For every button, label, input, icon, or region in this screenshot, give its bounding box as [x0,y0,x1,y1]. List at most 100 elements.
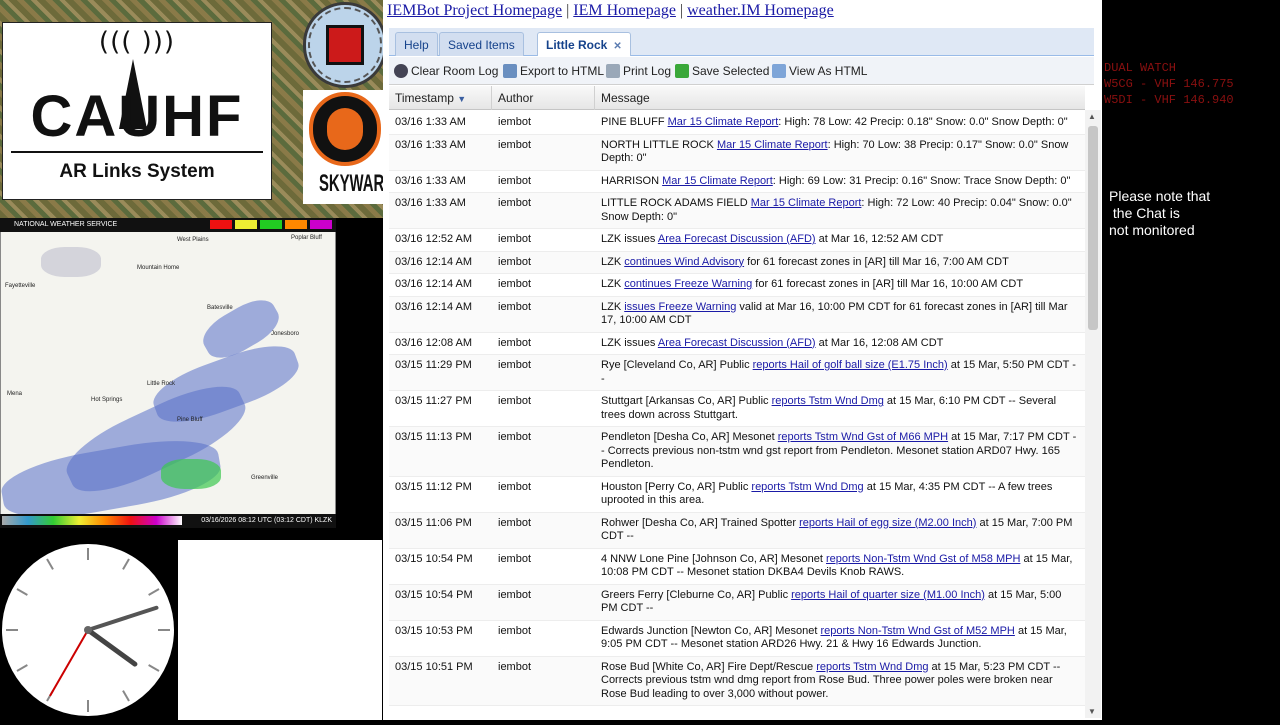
sort-desc-icon: ▼ [457,94,467,104]
message-link[interactable]: Mar 15 Climate Report [717,139,828,151]
table-row[interactable]: 03/15 11:29 PM iembot Rye [Cleveland Co, A… [389,355,1085,391]
radar-map: West Plains Batesville Mountain Home Fay… [0,218,336,528]
close-icon[interactable]: ✕ [613,41,621,52]
row-message: Stuttgart [Arkansas Co, AR] Public repor… [595,395,1085,422]
message-link[interactable]: issues Freeze Warning [624,301,736,313]
message-text: at Mar 16, 12:52 AM CDT [815,233,944,245]
town-label: Fayetteville [5,283,36,289]
message-text: Rose Bud [White Co, AR] Fire Dept/Rescue [601,660,817,673]
message-link[interactable]: reports Tstm Wnd Dmg [772,395,884,407]
message-link[interactable]: Mar 15 Climate Report [662,175,773,187]
row-author: iembot [498,624,532,637]
table-row[interactable]: 03/15 11:27 PM iembot Stuttgart [Arkansas … [389,391,1085,427]
table-row[interactable]: 03/15 11:12 PM iembot Houston [Perry Co, A… [389,477,1085,513]
table-row[interactable]: 03/16 1:33 AM iembot PINE BLUFF Mar 15 Cli… [389,112,1085,135]
message-link[interactable]: reports Tstm Wnd Dmg [751,481,863,493]
row-message: Rye [Cleveland Co, AR] Public reports Ha… [595,359,1085,386]
table-row[interactable]: 03/16 1:33 AM iembot LITTLE ROCK ADAMS FIE… [389,193,1085,229]
row-message: Rohwer [Desha Co, AR] Trained Spotter re… [595,517,1085,544]
legend-flood [260,220,282,229]
tab-little-rock[interactable]: Little Rock ✕ [537,32,631,56]
row-message: Edwards Junction [Newton Co, AR] Mesonet… [595,625,1085,652]
row-author: iembot [498,516,532,529]
message-link[interactable]: reports Non-Tstm Wnd Gst of M58 MPH [826,553,1020,565]
message-text: for 61 forecast zones in [AR] till Mar 1… [744,255,1009,268]
message-link[interactable]: Mar 15 Climate Report [751,197,862,209]
message-link[interactable]: continues Wind Advisory [624,256,744,268]
clear-room-log-button[interactable]: Clear Room Log [394,64,498,78]
weatherim-homepage-link[interactable]: weather.IM Homepage [687,2,834,19]
export-html-button[interactable]: Export to HTML [503,64,604,78]
message-text: NORTH LITTLE ROCK [601,138,717,151]
row-timestamp: 03/16 1:33 AM [395,138,466,151]
town-label: Mena [7,391,23,397]
timestamp-column-header[interactable]: Timestamp ▼ [389,86,492,110]
table-row[interactable]: 03/16 12:14 AM iembot LZK continues Wind A… [389,251,1085,274]
nws-label: NATIONAL WEATHER SERVICE [14,221,118,228]
save-selected-button[interactable]: Save Selected [675,64,769,78]
seal-logo [303,2,387,88]
row-message: LZK issues Area Forecast Discussion (AFD… [595,337,1085,351]
view-as-html-button[interactable]: View As HTML [772,64,867,78]
row-author: iembot [498,431,532,443]
scrollbar-thumb[interactable] [1088,126,1098,330]
message-link[interactable]: Mar 15 Climate Report [668,116,779,128]
row-timestamp: 03/15 10:51 PM [395,660,473,673]
table-row[interactable]: 03/16 12:14 AM iembot LZK continues Freeze… [389,274,1085,297]
message-link[interactable]: reports Tstm Wnd Dmg [816,661,928,673]
grid-scrollbar[interactable]: ▲ ▼ [1085,110,1101,718]
row-timestamp: 03/16 12:14 AM [395,255,473,268]
table-row[interactable]: 03/16 1:33 AM iembot NORTH LITTLE ROCK Mar… [389,134,1085,171]
table-row[interactable]: 03/16 12:08 AM iembot LZK issues Area Fore… [389,333,1085,355]
message-link[interactable]: reports Hail of golf ball size (E1.75 In… [753,359,948,371]
row-timestamp: 03/15 11:27 PM [395,395,472,407]
row-author: iembot [498,300,532,313]
row-timestamp: 03/15 11:06 PM [395,516,472,529]
table-row[interactable]: 03/15 10:51 PM iembot Rose Bud [White Co, … [389,656,1085,706]
cauhf-system-label: AR Links System [59,161,215,182]
row-timestamp: 03/16 12:08 AM [395,336,473,349]
table-row[interactable]: 03/15 11:13 PM iembot Pendleton [Desha Co,… [389,427,1085,477]
message-text: : High: 78 Low: 42 Precip: 0.18" Snow: 0… [778,116,1068,128]
iem-homepage-link[interactable]: IEM Homepage [573,2,676,19]
message-link[interactable]: reports Hail of quarter size (M1.00 Inch… [791,589,985,601]
message-link[interactable]: continues Freeze Warning [624,278,752,290]
row-author: iembot [498,233,532,245]
row-message: LZK issues Freeze Warning valid at Mar 1… [595,301,1085,328]
table-row[interactable]: 03/16 1:33 AM iembot HARRISON Mar 15 Clima… [389,171,1085,193]
tab-saved-items[interactable]: Saved Items [439,32,524,56]
table-row[interactable]: 03/15 10:54 PM iembot Greers Ferry [Clebur… [389,584,1085,621]
town-label: West Plains [177,237,209,243]
row-author: iembot [498,255,532,268]
table-row[interactable]: 03/16 12:14 AM iembot LZK issues Freeze Wa… [389,296,1085,333]
row-message: Rose Bud [White Co, AR] Fire Dept/Rescue… [595,661,1085,702]
row-message: LZK continues Wind Advisory for 61 forec… [595,256,1085,270]
message-column-header[interactable]: Message [595,86,1085,110]
reflectivity-scale [2,516,182,525]
message-link[interactable]: Area Forecast Discussion (AFD) [658,337,816,349]
town-label: Little Rock [147,381,176,387]
row-message: Houston [Perry Co, AR] Public reports Ts… [595,481,1085,508]
town-label: Pine Bluff [177,417,203,423]
scroll-down-icon[interactable]: ▼ [1088,707,1096,716]
message-text: at Mar 16, 12:08 AM CDT [815,336,944,349]
message-link[interactable]: reports Tstm Wnd Gst of M66 MPH [778,431,948,443]
table-row[interactable]: 03/15 10:53 PM iembot Edwards Junction [Ne… [389,621,1085,657]
print-log-button[interactable]: Print Log [606,64,671,78]
table-row[interactable]: 03/16 12:52 AM iembot LZK issues Area Fore… [389,229,1085,252]
town-label: Hot Springs [91,397,123,403]
tab-help[interactable]: Help [395,32,438,56]
row-timestamp: 03/15 10:54 PM [395,552,473,565]
table-row[interactable]: 03/15 10:54 PM iembot 4 NNW Lone Pine [Joh… [389,549,1085,585]
table-row[interactable]: 03/15 11:06 PM iembot Rohwer [Desha Co, AR… [389,512,1085,549]
town-label: Batesville [207,305,233,311]
message-link[interactable]: reports Hail of egg size (M2.00 Inch) [799,517,976,529]
author-column-header[interactable]: Author [492,86,595,110]
grid-header: Timestamp ▼ Author Message [389,86,1085,110]
iembot-homepage-link[interactable]: IEMBot Project Homepage [387,2,562,19]
message-link[interactable]: reports Non-Tstm Wnd Gst of M52 MPH [821,625,1015,637]
scroll-up-icon[interactable]: ▲ [1088,112,1096,121]
message-link[interactable]: Area Forecast Discussion (AFD) [658,233,816,245]
message-text: Pendleton [Desha Co, AR] Mesonet [601,431,778,443]
radio-waves-icon: ((( ))) [98,27,176,57]
